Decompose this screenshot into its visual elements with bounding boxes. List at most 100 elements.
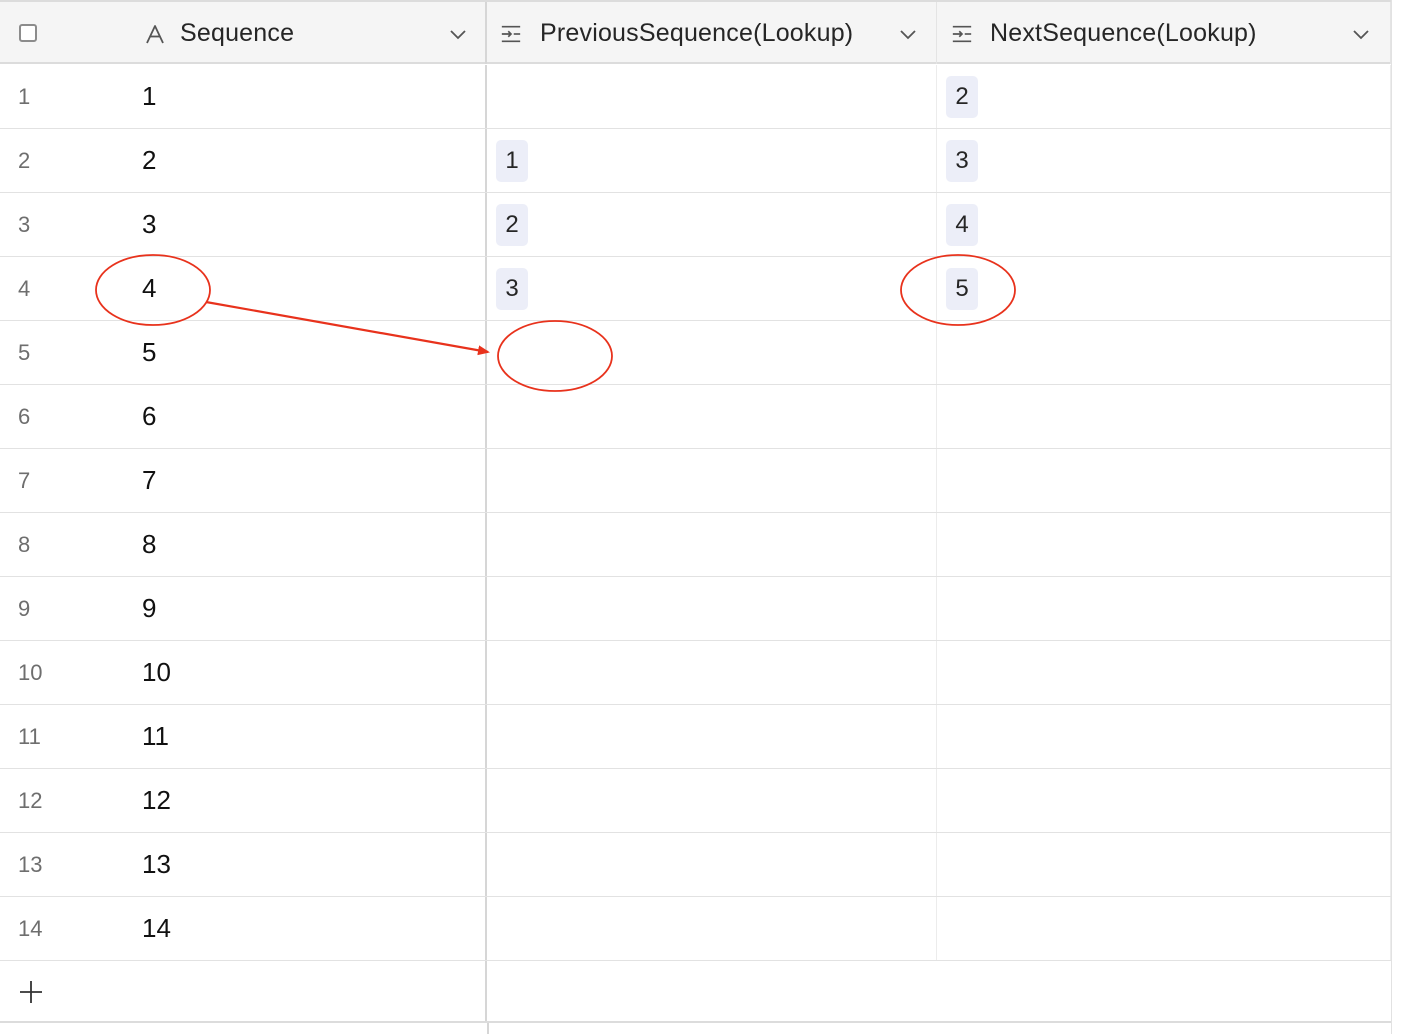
add-row	[0, 961, 1391, 1023]
table-row[interactable]: 99	[0, 577, 1391, 641]
cell-previous-sequence[interactable]	[487, 897, 937, 960]
cell-sequence[interactable]: 44	[0, 257, 487, 320]
column-label-sequence: Sequence	[180, 18, 295, 47]
lookup-tag: 1	[496, 140, 528, 182]
cell-previous-sequence[interactable]	[487, 833, 937, 896]
cell-sequence[interactable]: 88	[0, 513, 487, 576]
lookup-field-icon	[501, 25, 521, 43]
sequence-value: 8	[142, 529, 157, 559]
cell-sequence[interactable]: 66	[0, 385, 487, 448]
cell-next-sequence[interactable]	[937, 513, 1391, 576]
sequence-value: 10	[142, 657, 171, 687]
column-label-next-sequence: NextSequence(Lookup)	[990, 18, 1257, 47]
sequence-value: 2	[142, 145, 157, 175]
table-row[interactable]: 88	[0, 513, 1391, 577]
cell-next-sequence[interactable]	[937, 321, 1391, 384]
sequence-value: 3	[142, 209, 157, 239]
column-label-previous-sequence: PreviousSequence(Lookup)	[540, 18, 854, 47]
cell-previous-sequence[interactable]: 2	[487, 193, 937, 256]
cell-previous-sequence[interactable]	[487, 577, 937, 640]
chevron-down-icon[interactable]	[899, 28, 917, 40]
cell-previous-sequence[interactable]	[487, 641, 937, 704]
cell-previous-sequence[interactable]: 1	[487, 129, 937, 192]
cell-next-sequence[interactable]: 4	[937, 193, 1391, 256]
column-header-previous-sequence[interactable]: PreviousSequence(Lookup)	[487, 2, 937, 64]
row-number: 11	[18, 724, 41, 749]
cell-next-sequence[interactable]	[937, 833, 1391, 896]
row-number: 7	[18, 468, 31, 493]
row-number: 2	[18, 148, 31, 173]
sequence-value: 13	[142, 849, 171, 879]
sequence-value: 4	[142, 273, 157, 303]
table-row[interactable]: 3324	[0, 193, 1391, 257]
table-row[interactable]: 443 5	[0, 257, 1391, 321]
lookup-field-icon	[952, 25, 972, 43]
cell-next-sequence[interactable]	[937, 641, 1391, 704]
cell-next-sequence[interactable]: 2	[937, 65, 1391, 128]
row-number: 9	[18, 596, 31, 621]
lookup-tag: 3	[946, 140, 978, 182]
table-row[interactable]: 2213	[0, 129, 1391, 193]
cell-next-sequence[interactable]	[937, 897, 1391, 960]
grid-right-edge	[1391, 0, 1410, 1034]
cell-sequence[interactable]: 77	[0, 449, 487, 512]
grid-footer	[487, 1023, 1391, 1034]
grid-header: Sequence PreviousSequence(Lookup) NextSe…	[0, 0, 1391, 64]
row-number: 8	[18, 532, 31, 557]
table-row[interactable]: 13 13	[0, 833, 1391, 897]
table-row[interactable]: 12 12	[0, 769, 1391, 833]
table-row[interactable]: 11 11	[0, 705, 1391, 769]
cell-next-sequence[interactable]	[937, 577, 1391, 640]
cell-previous-sequence[interactable]	[487, 705, 937, 768]
add-row-cell[interactable]	[0, 961, 487, 1021]
text-field-icon	[146, 25, 164, 44]
table-row[interactable]: 14 14	[0, 897, 1391, 961]
table-row[interactable]: 77	[0, 449, 1391, 513]
cell-previous-sequence[interactable]	[487, 321, 937, 384]
cell-next-sequence[interactable]	[937, 769, 1391, 832]
sequence-value: 14	[142, 913, 171, 943]
table-row[interactable]: 10 10	[0, 641, 1391, 705]
chevron-down-icon[interactable]	[1352, 28, 1370, 40]
cell-sequence[interactable]: 11 11	[0, 705, 487, 768]
cell-next-sequence[interactable]	[937, 705, 1391, 768]
sequence-value: 1	[142, 81, 157, 111]
cell-sequence[interactable]: 99	[0, 577, 487, 640]
row-number: 3	[18, 212, 31, 237]
chevron-down-icon[interactable]	[449, 28, 467, 40]
cell-previous-sequence[interactable]: 3	[487, 257, 937, 320]
cell-previous-sequence[interactable]	[487, 385, 937, 448]
select-all-checkbox[interactable]	[19, 24, 37, 42]
row-number: 12	[18, 788, 43, 813]
table-row[interactable]: 66	[0, 385, 1391, 449]
cell-sequence[interactable]: 10 10	[0, 641, 487, 704]
cell-previous-sequence[interactable]	[487, 449, 937, 512]
cell-sequence[interactable]: 14 14	[0, 897, 487, 960]
cell-previous-sequence[interactable]	[487, 769, 937, 832]
cell-sequence[interactable]: 13 13	[0, 833, 487, 896]
sequence-value: 12	[142, 785, 171, 815]
sequence-value: 7	[142, 465, 157, 495]
lookup-tag: 2	[496, 204, 528, 246]
sequence-value: 6	[142, 401, 157, 431]
cell-sequence[interactable]: 12 12	[0, 769, 487, 832]
plus-icon[interactable]	[19, 980, 43, 1004]
lookup-tag: 3	[496, 268, 528, 310]
column-header-next-sequence[interactable]: NextSequence(Lookup)	[937, 2, 1391, 64]
table-row[interactable]: 11 2	[0, 65, 1391, 129]
cell-sequence[interactable]: 11	[0, 65, 487, 128]
column-header-sequence[interactable]: Sequence	[0, 2, 487, 64]
cell-sequence[interactable]: 22	[0, 129, 487, 192]
row-number: 5	[18, 340, 31, 365]
cell-sequence[interactable]: 33	[0, 193, 487, 256]
sequence-value: 9	[142, 593, 157, 623]
cell-next-sequence[interactable]: 5	[937, 257, 1391, 320]
cell-next-sequence[interactable]	[937, 449, 1391, 512]
cell-previous-sequence[interactable]	[487, 513, 937, 576]
cell-next-sequence[interactable]: 3	[937, 129, 1391, 192]
cell-sequence[interactable]: 55	[0, 321, 487, 384]
lookup-tag: 4	[946, 204, 978, 246]
table-row[interactable]: 55	[0, 321, 1391, 385]
cell-next-sequence[interactable]	[937, 385, 1391, 448]
cell-previous-sequence[interactable]	[487, 65, 937, 128]
